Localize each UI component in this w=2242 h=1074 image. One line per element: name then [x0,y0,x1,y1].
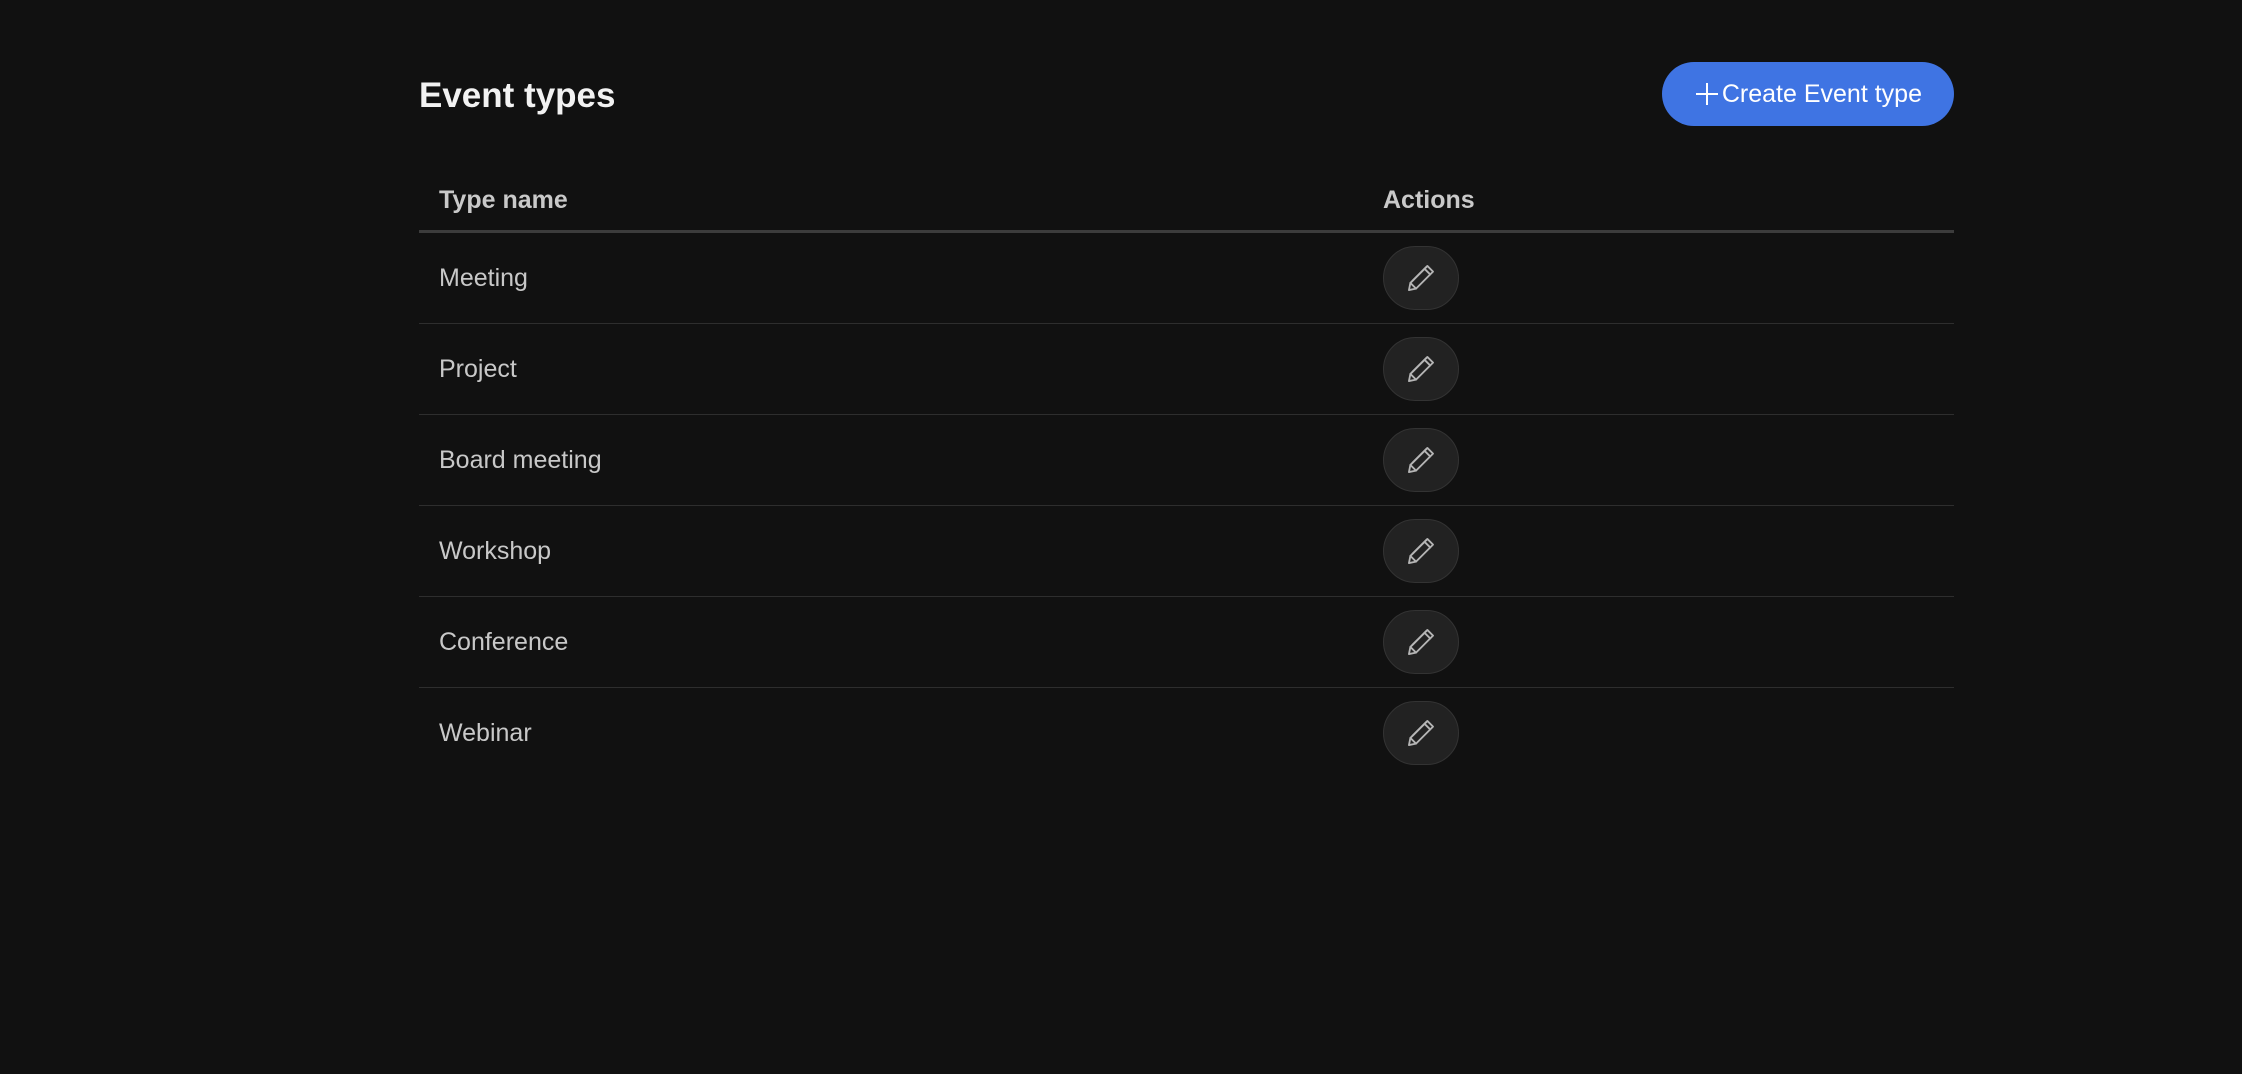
edit-button[interactable] [1383,246,1459,310]
type-name-cell: Webinar [439,718,532,747]
actions-cell [1363,231,1954,324]
page: Event types Create Event type Type name … [0,0,2242,1074]
table-row: Board meeting [419,414,1954,506]
pencil-icon [1408,629,1434,655]
pencil-icon [1408,265,1434,291]
actions-cell [1363,323,1954,415]
type-name-cell: Workshop [419,505,1363,597]
page-header: Event types Create Event type [419,0,1954,170]
type-name-cell: Meeting [419,231,1363,324]
plus-icon [1695,83,1718,105]
table-header-row: Type name Actions [419,170,1954,233]
pencil-icon [1408,447,1434,473]
actions-cell [1363,505,1954,597]
type-name-cell: Project [419,323,1363,415]
table-row: Conference [419,596,1954,688]
create-event-type-label: Create Event type [1721,79,1922,108]
type-name-cell: Board meeting [419,414,1363,506]
actions-cell [1363,414,1954,506]
create-event-type-button[interactable]: Create Event type [1661,62,1954,126]
column-header-actions: Actions [1363,170,1954,233]
edit-button[interactable] [1383,428,1459,492]
table-row: Workshop [419,505,1954,597]
edit-button[interactable] [1383,337,1459,401]
edit-button[interactable] [1383,701,1459,765]
page-title: Event types [419,76,616,115]
edit-button[interactable] [1383,519,1459,583]
actions-cell [1363,688,1954,779]
actions-cell [1363,596,1954,688]
table-row: Project [419,323,1954,415]
table-row: Meeting [419,231,1954,324]
edit-button[interactable] [1383,610,1459,674]
type-name-cell: Conference [419,596,1363,688]
pencil-icon [1408,720,1434,746]
pencil-icon [1408,538,1434,564]
column-header-type-name: Type name [419,170,1363,233]
pencil-icon [1408,356,1434,382]
event-types-table: Type name Actions Meeting Project Board … [419,170,1954,778]
table-row: Webinar [419,688,1954,779]
main-content: Event types Create Event type Type name … [419,0,1954,778]
